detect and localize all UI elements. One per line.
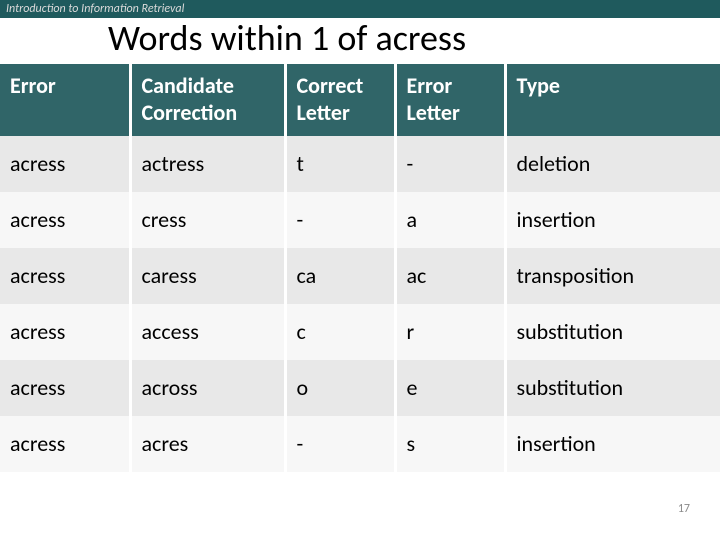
cell-correct-letter: c	[285, 304, 395, 360]
cell-error: acress	[0, 416, 130, 472]
cell-error-letter: r	[395, 304, 505, 360]
table-header-row: Error Candidate Correction Correct Lette…	[0, 64, 720, 136]
cell-type: substitution	[505, 360, 720, 416]
table-row: acress across o e substitution	[0, 360, 720, 416]
cell-correct-letter: t	[285, 136, 395, 192]
cell-error-letter: ac	[395, 248, 505, 304]
cell-error: acress	[0, 304, 130, 360]
cell-type: insertion	[505, 192, 720, 248]
table-row: acress cress - a insertion	[0, 192, 720, 248]
cell-error: acress	[0, 192, 130, 248]
cell-type: deletion	[505, 136, 720, 192]
cell-type: transposition	[505, 248, 720, 304]
cell-type: insertion	[505, 416, 720, 472]
cell-correct-letter: -	[285, 416, 395, 472]
cell-correct-letter: o	[285, 360, 395, 416]
th-error-letter: Error Letter	[395, 64, 505, 136]
th-candidate: Candidate Correction	[130, 64, 285, 136]
cell-candidate: cress	[130, 192, 285, 248]
th-correct-letter: Correct Letter	[285, 64, 395, 136]
page-number: 17	[678, 502, 690, 516]
cell-candidate: across	[130, 360, 285, 416]
cell-type: substitution	[505, 304, 720, 360]
cell-error: acress	[0, 248, 130, 304]
table-row: acress access c r substitution	[0, 304, 720, 360]
cell-correct-letter: ca	[285, 248, 395, 304]
header-tagline: Introduction to Information Retrieval	[6, 2, 184, 16]
cell-candidate: actress	[130, 136, 285, 192]
table-row: acress actress t - deletion	[0, 136, 720, 192]
th-type: Type	[505, 64, 720, 136]
table-row: acress acres - s insertion	[0, 416, 720, 472]
cell-error: acress	[0, 360, 130, 416]
cell-candidate: caress	[130, 248, 285, 304]
cell-candidate: access	[130, 304, 285, 360]
cell-correct-letter: -	[285, 192, 395, 248]
table-row: acress caress ca ac transposition	[0, 248, 720, 304]
cell-error-letter: a	[395, 192, 505, 248]
cell-error-letter: -	[395, 136, 505, 192]
cell-error: acress	[0, 136, 130, 192]
cell-error-letter: e	[395, 360, 505, 416]
cell-candidate: acres	[130, 416, 285, 472]
th-error: Error	[0, 64, 130, 136]
correction-table: Error Candidate Correction Correct Lette…	[0, 64, 720, 472]
slide-title: Words within 1 of acress	[0, 18, 720, 64]
cell-error-letter: s	[395, 416, 505, 472]
